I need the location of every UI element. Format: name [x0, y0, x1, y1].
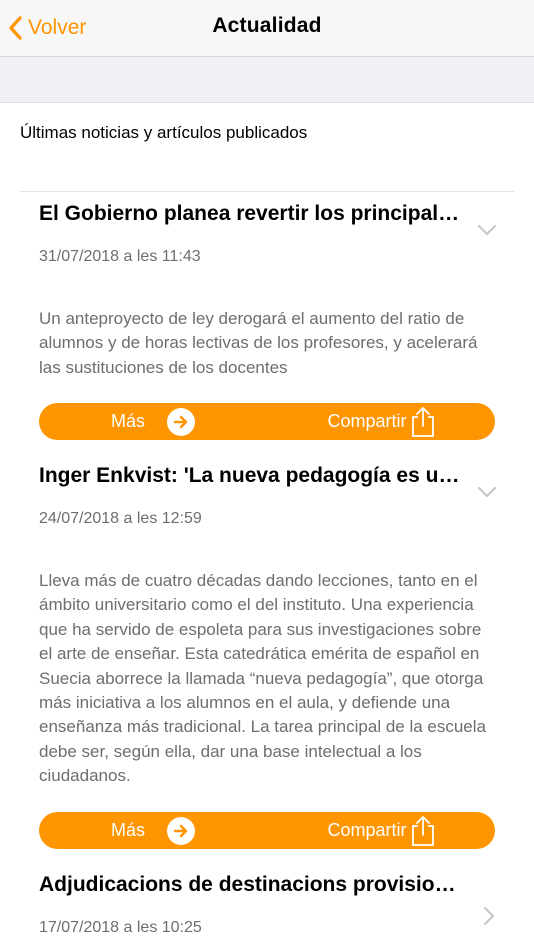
header-band [0, 57, 534, 103]
more-button[interactable]: Más [39, 403, 267, 440]
chevron-down-icon[interactable] [477, 224, 497, 236]
arrow-right-icon [167, 816, 195, 845]
navigation-bar: Volver Actualidad [0, 0, 534, 57]
page-title: Actualidad [212, 14, 322, 37]
more-label: Más [110, 411, 145, 431]
chevron-down-icon[interactable] [477, 486, 497, 498]
share-label: Compartir [327, 411, 407, 431]
article-date: 17/07/2018 a les 10:25 [39, 919, 202, 936]
article-title[interactable]: Adjudicacions de destinacions provisiona… [39, 873, 464, 897]
chevron-right-icon[interactable] [483, 906, 495, 926]
arrow-right-icon [167, 407, 195, 436]
article-date: 24/07/2018 a les 12:59 [39, 510, 202, 527]
more-label: Más [110, 820, 145, 840]
article-date: 31/07/2018 a les 11:43 [39, 248, 201, 265]
share-label: Compartir [327, 820, 407, 840]
more-button[interactable]: Más [39, 812, 267, 849]
article-title[interactable]: El Gobierno planea revertir los principa… [39, 202, 464, 226]
share-icon [411, 406, 435, 438]
divider [20, 191, 514, 192]
share-button[interactable]: Compartir [267, 403, 495, 440]
article-title[interactable]: Inger Enkvist: 'La nueva pedagogía es un… [39, 464, 464, 488]
article-actions: Más Compartir [39, 812, 495, 849]
article-summary: Lleva más de cuatro décadas dando leccio… [39, 571, 486, 786]
section-subtitle: Últimas noticias y artículos publicados [20, 123, 308, 142]
article-actions: Más Compartir [39, 403, 495, 440]
share-icon [411, 815, 435, 847]
share-button[interactable]: Compartir [267, 812, 495, 849]
article-summary: Un anteproyecto de ley derogará el aumen… [39, 309, 478, 377]
